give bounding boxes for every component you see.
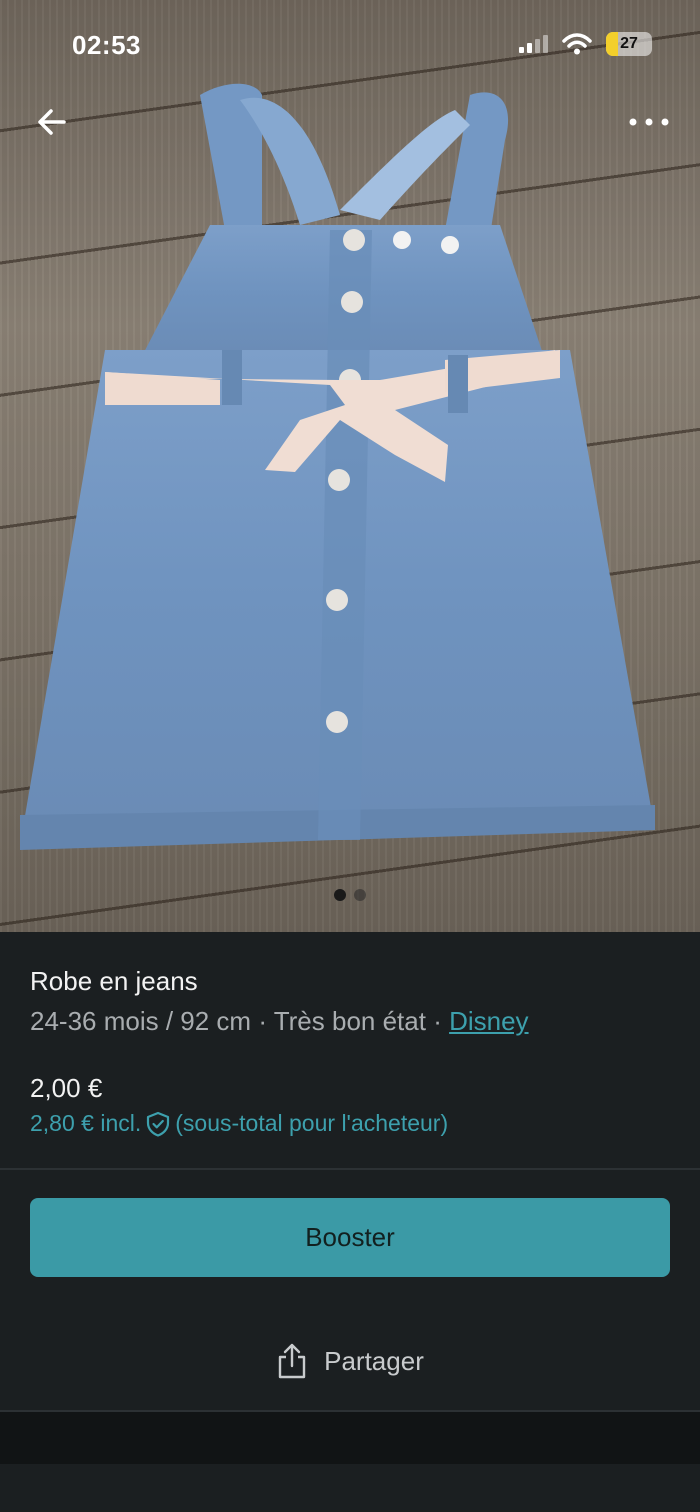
item-screen: 02:53 27 Robe en jeans 24-36 mois / 92 c… (0, 0, 700, 1512)
shield-check-icon (147, 1111, 170, 1137)
item-size: 24-36 mois / 92 cm (30, 1006, 252, 1036)
page-dot-active (334, 889, 346, 901)
divider (0, 1168, 700, 1170)
price-incl-value: 2,80 € incl. (30, 1110, 142, 1136)
back-button[interactable] (30, 100, 74, 144)
cellular-signal-icon (519, 35, 548, 53)
page-dot (354, 889, 366, 901)
boost-button[interactable]: Booster (30, 1198, 670, 1277)
status-time: 02:53 (72, 30, 141, 60)
dress-image (20, 83, 655, 850)
share-label: Partager (324, 1345, 424, 1376)
share-icon (278, 1343, 306, 1379)
brand-link[interactable]: Disney (449, 1006, 528, 1036)
gallery-page-indicator (0, 889, 700, 901)
item-price: 2,00 € (30, 1073, 103, 1103)
share-button[interactable]: Partager (0, 1338, 700, 1384)
item-meta: 24-36 mois / 92 cm · Très bon état · Dis… (30, 1006, 529, 1037)
bottom-bar (0, 1412, 700, 1464)
item-condition: Très bon état (273, 1006, 426, 1036)
item-title: Robe en jeans (30, 966, 198, 996)
arrow-left-icon (38, 109, 66, 135)
more-options-button[interactable] (624, 102, 674, 142)
battery-level: 27 (620, 35, 638, 52)
battery-icon: 27 (606, 32, 652, 56)
more-horizontal-icon (629, 118, 669, 126)
wifi-icon (562, 33, 592, 55)
meta-separator: · (251, 1006, 274, 1036)
price-incl-note: (sous-total pour l'acheteur) (175, 1110, 449, 1136)
status-icons: 27 (519, 32, 652, 56)
meta-separator: · (425, 1006, 450, 1036)
buyer-total-link[interactable]: 2,80 € incl. (sous-total pour l'acheteur… (30, 1110, 448, 1137)
item-photo[interactable]: 02:53 27 (0, 0, 700, 932)
